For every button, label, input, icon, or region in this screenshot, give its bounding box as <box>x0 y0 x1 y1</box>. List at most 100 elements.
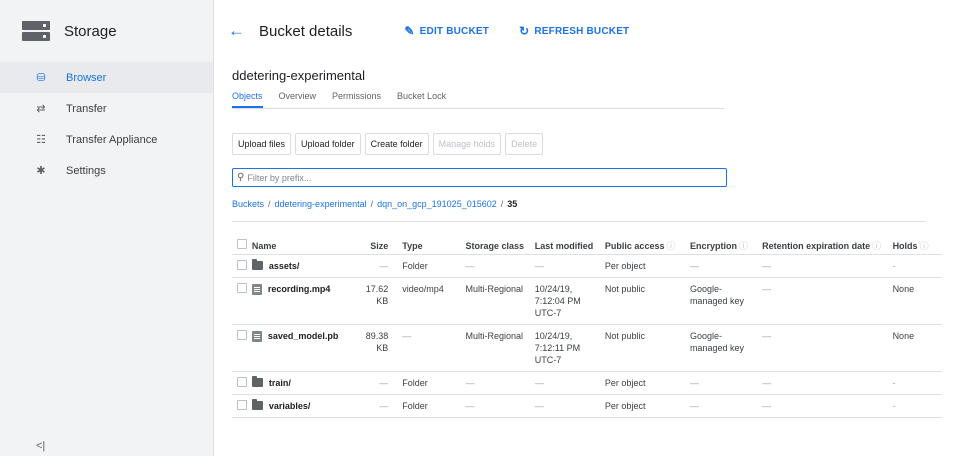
column-header-size[interactable]: Size <box>357 240 403 252</box>
object-public-access: Not public <box>604 331 645 341</box>
sidebar-item-label: Transfer Appliance <box>66 133 158 146</box>
column-header-last-modified[interactable]: Last modified <box>535 240 605 252</box>
help-icon[interactable]: ⓘ <box>872 241 881 251</box>
row-checkbox[interactable] <box>232 376 252 390</box>
object-name-text[interactable]: saved_model.pb <box>268 330 339 342</box>
refresh-bucket-button[interactable]: ↻ REFRESH BUCKET <box>519 24 629 38</box>
upload-folder-button[interactable]: Upload folder <box>295 133 361 155</box>
help-icon[interactable]: ⓘ <box>666 241 675 251</box>
row-checkbox[interactable] <box>232 399 252 413</box>
back-arrow-icon[interactable]: ← <box>228 21 245 41</box>
appliance-icon: ☷ <box>36 134 46 146</box>
object-name[interactable]: assets/ <box>251 259 357 272</box>
pencil-icon: ✎ <box>404 24 415 38</box>
search-icon: ⚲ <box>237 172 245 183</box>
column-header-name[interactable]: Name <box>252 240 357 252</box>
select-all-checkbox[interactable] <box>232 239 252 252</box>
manage-holds-button[interactable]: Manage holds <box>432 133 502 155</box>
object-storage-class: — <box>465 378 475 388</box>
object-name[interactable]: saved_model.pb <box>251 330 357 371</box>
breadcrumb-current: 35 <box>507 199 518 209</box>
sidebar-item-transfer-appliance[interactable]: ☷ Transfer Appliance <box>0 124 213 155</box>
help-icon[interactable]: ⓘ <box>920 241 929 251</box>
column-header-label: Retention expiration date <box>762 240 871 251</box>
folder-icon <box>251 399 263 410</box>
object-retention: — <box>762 284 772 294</box>
row-checkbox[interactable] <box>232 259 252 273</box>
table-row[interactable]: recording.mp4 17.62 KB video/mp4 Multi-R… <box>232 278 942 325</box>
sidebar-item-label: Transfer <box>66 102 107 115</box>
object-holds: None <box>892 331 915 341</box>
object-last-modified: — <box>534 378 544 388</box>
object-name[interactable]: train/ <box>251 376 357 389</box>
breadcrumb-folder[interactable]: dqn_on_gcp_191025_015602 <box>377 199 497 209</box>
sidebar-item-browser[interactable]: ⛁ Browser <box>0 62 213 93</box>
column-header-public-access[interactable]: Public access ⓘ <box>605 240 690 252</box>
object-retention: — <box>762 331 772 341</box>
object-retention: — <box>762 261 772 271</box>
collapse-sidebar-icon[interactable]: <| <box>36 440 45 452</box>
upload-files-button[interactable]: Upload files <box>232 133 292 155</box>
tab-permissions[interactable]: Permissions <box>332 91 381 108</box>
object-name-text[interactable]: assets/ <box>269 260 300 272</box>
row-checkbox[interactable] <box>232 283 252 324</box>
delete-button[interactable]: Delete <box>505 133 544 155</box>
object-last-modified: 10/24/19, 7:12:04 PM UTC-7 <box>534 284 581 318</box>
object-holds: - <box>892 378 896 388</box>
object-last-modified: 10/24/19, 7:12:11 PM UTC-7 <box>534 331 581 365</box>
sidebar-header: Storage <box>0 0 213 62</box>
tab-bucket-lock[interactable]: Bucket Lock <box>397 91 446 108</box>
column-header-retention[interactable]: Retention expiration date ⓘ <box>762 240 892 252</box>
bucket-icon: ⛁ <box>36 72 46 84</box>
object-name[interactable]: variables/ <box>251 399 357 412</box>
breadcrumb-buckets[interactable]: Buckets <box>232 199 264 209</box>
breadcrumb: Buckets / ddetering-experimental / dqn_o… <box>232 199 954 209</box>
object-name-text[interactable]: recording.mp4 <box>268 283 331 295</box>
action-bar: Upload files Upload folder Create folder… <box>232 133 954 155</box>
column-header-storage-class[interactable]: Storage class <box>466 240 535 252</box>
tab-overview[interactable]: Overview <box>279 91 317 108</box>
object-type: — <box>402 331 412 341</box>
object-public-access: Per object <box>604 261 646 271</box>
sidebar: Storage ⛁ Browser ⇄ Transfer ☷ Transfer … <box>0 0 214 456</box>
folder-icon <box>251 259 263 270</box>
object-holds: - <box>892 401 896 411</box>
object-size: 89.38 KB <box>365 331 389 353</box>
object-holds: - <box>892 261 896 271</box>
sidebar-item-settings[interactable]: ✱ Settings <box>0 155 213 186</box>
column-header-holds[interactable]: Holds ⓘ <box>893 240 942 252</box>
object-size: 17.62 KB <box>365 284 389 306</box>
edit-bucket-label: EDIT BUCKET <box>419 25 490 37</box>
table-row[interactable]: variables/ — Folder — — Per object — — - <box>232 395 942 418</box>
object-storage-class: Multi-Regional <box>465 331 524 341</box>
tab-objects[interactable]: Objects <box>232 91 263 108</box>
object-name[interactable]: recording.mp4 <box>251 283 357 324</box>
help-icon[interactable]: ⓘ <box>739 241 748 251</box>
object-size: — <box>379 378 389 388</box>
filter-input[interactable]: ⚲ Filter by prefix... <box>232 168 727 187</box>
object-encryption: — <box>689 401 699 411</box>
object-size: — <box>379 261 389 271</box>
table-row[interactable]: train/ — Folder — — Per object — — - <box>232 372 942 395</box>
row-checkbox[interactable] <box>232 330 252 371</box>
product-title: Storage <box>64 22 117 40</box>
edit-bucket-button[interactable]: ✎ EDIT BUCKET <box>404 24 489 38</box>
divider <box>232 221 926 222</box>
column-header-type[interactable]: Type <box>402 240 465 252</box>
object-holds: None <box>892 284 915 294</box>
table-row[interactable]: assets/ — Folder — — Per object — — - <box>232 255 942 278</box>
table-row[interactable]: saved_model.pb 89.38 KB — Multi-Regional… <box>232 325 942 372</box>
breadcrumb-bucket[interactable]: ddetering-experimental <box>275 199 367 209</box>
column-header-encryption[interactable]: Encryption ⓘ <box>690 240 762 252</box>
object-name-text[interactable]: train/ <box>269 377 291 389</box>
column-header-label: Holds <box>892 240 918 251</box>
tab-bar: Objects Overview Permissions Bucket Lock <box>232 91 724 109</box>
object-public-access: Not public <box>604 284 645 294</box>
object-retention: — <box>762 401 772 411</box>
object-last-modified: — <box>534 401 544 411</box>
transfer-icon: ⇄ <box>36 103 46 115</box>
object-name-text[interactable]: variables/ <box>269 400 311 412</box>
create-folder-button[interactable]: Create folder <box>364 133 429 155</box>
sidebar-item-transfer[interactable]: ⇄ Transfer <box>0 93 213 124</box>
refresh-icon: ↻ <box>519 24 530 38</box>
